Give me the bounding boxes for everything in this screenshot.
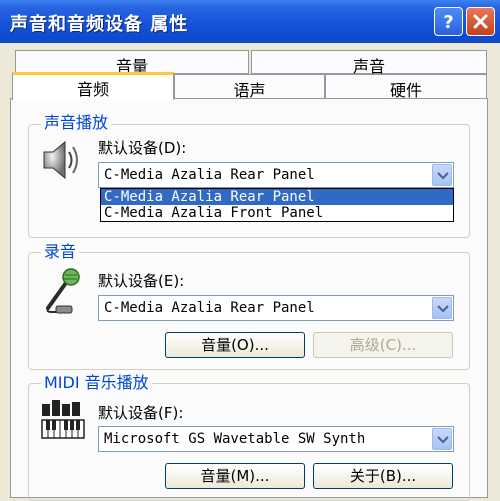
recording-volume-button[interactable]: 音量(O)...: [165, 332, 305, 358]
midi-device-value: Microsoft GS Wavetable SW Synth: [104, 431, 366, 447]
midi-default-label: 默认设备(F):: [98, 404, 184, 422]
chevron-down-icon: [437, 436, 449, 444]
midi-group-label: MIDI 音乐播放: [41, 374, 152, 392]
midi-device-select[interactable]: Microsoft GS Wavetable SW Synth: [98, 426, 454, 452]
title-bar[interactable]: 声音和音频设备 属性 ?: [0, 0, 500, 43]
microphone-icon: [46, 268, 80, 314]
recording-group-label: 录音: [41, 243, 80, 261]
tab-volume[interactable]: 音量: [15, 50, 249, 76]
recording-advanced-button[interactable]: 高级(C)...: [313, 332, 453, 358]
playback-option[interactable]: C-Media Azalia Front Panel: [101, 205, 453, 221]
window-title: 声音和音频设备 属性: [10, 14, 189, 35]
svg-text:?: ?: [443, 12, 453, 33]
midi-about-button[interactable]: 关于(B)...: [313, 463, 453, 489]
tab-sounds[interactable]: 声音: [251, 50, 487, 76]
speaker-icon: [43, 140, 78, 180]
recording-device-value: C-Media Azalia Rear Panel: [104, 300, 315, 316]
tab-audio-label: 音频: [76, 80, 109, 99]
chevron-down-icon: [437, 172, 449, 180]
tab-hardware[interactable]: 硬件: [325, 74, 487, 100]
tab-voice[interactable]: 语声: [174, 74, 325, 100]
playback-default-label: 默认设备(D):: [98, 139, 187, 157]
recording-device-select[interactable]: C-Media Azalia Rear Panel: [98, 295, 454, 321]
help-icon: ?: [443, 12, 453, 33]
playback-device-list[interactable]: C-Media Azalia Rear Panel C-Media Azalia…: [100, 188, 454, 222]
recording-dropdown-button[interactable]: [432, 297, 452, 319]
playback-device-select[interactable]: C-Media Azalia Rear Panel: [98, 162, 454, 188]
playback-dropdown-button[interactable]: [432, 164, 452, 186]
tab-audio[interactable]: 音频: [12, 72, 174, 100]
recording-default-label: 默认设备(E):: [98, 272, 185, 290]
playback-group-label: 声音播放: [41, 114, 112, 132]
properties-dialog: 声音和音频设备 属性 ? 音量 声音 音频 语声 硬件 声音播放 默认设备(D)…: [0, 0, 500, 501]
playback-option[interactable]: C-Media Azalia Rear Panel: [101, 189, 453, 205]
midi-dropdown-button[interactable]: [432, 428, 452, 450]
playback-device-value: C-Media Azalia Rear Panel: [104, 167, 315, 183]
midi-keyboard-icon: [41, 400, 85, 439]
close-button[interactable]: [466, 7, 495, 36]
help-button[interactable]: ?: [434, 7, 463, 36]
chevron-down-icon: [437, 305, 449, 313]
close-icon: [473, 14, 488, 29]
midi-volume-button[interactable]: 音量(M)...: [165, 463, 305, 489]
